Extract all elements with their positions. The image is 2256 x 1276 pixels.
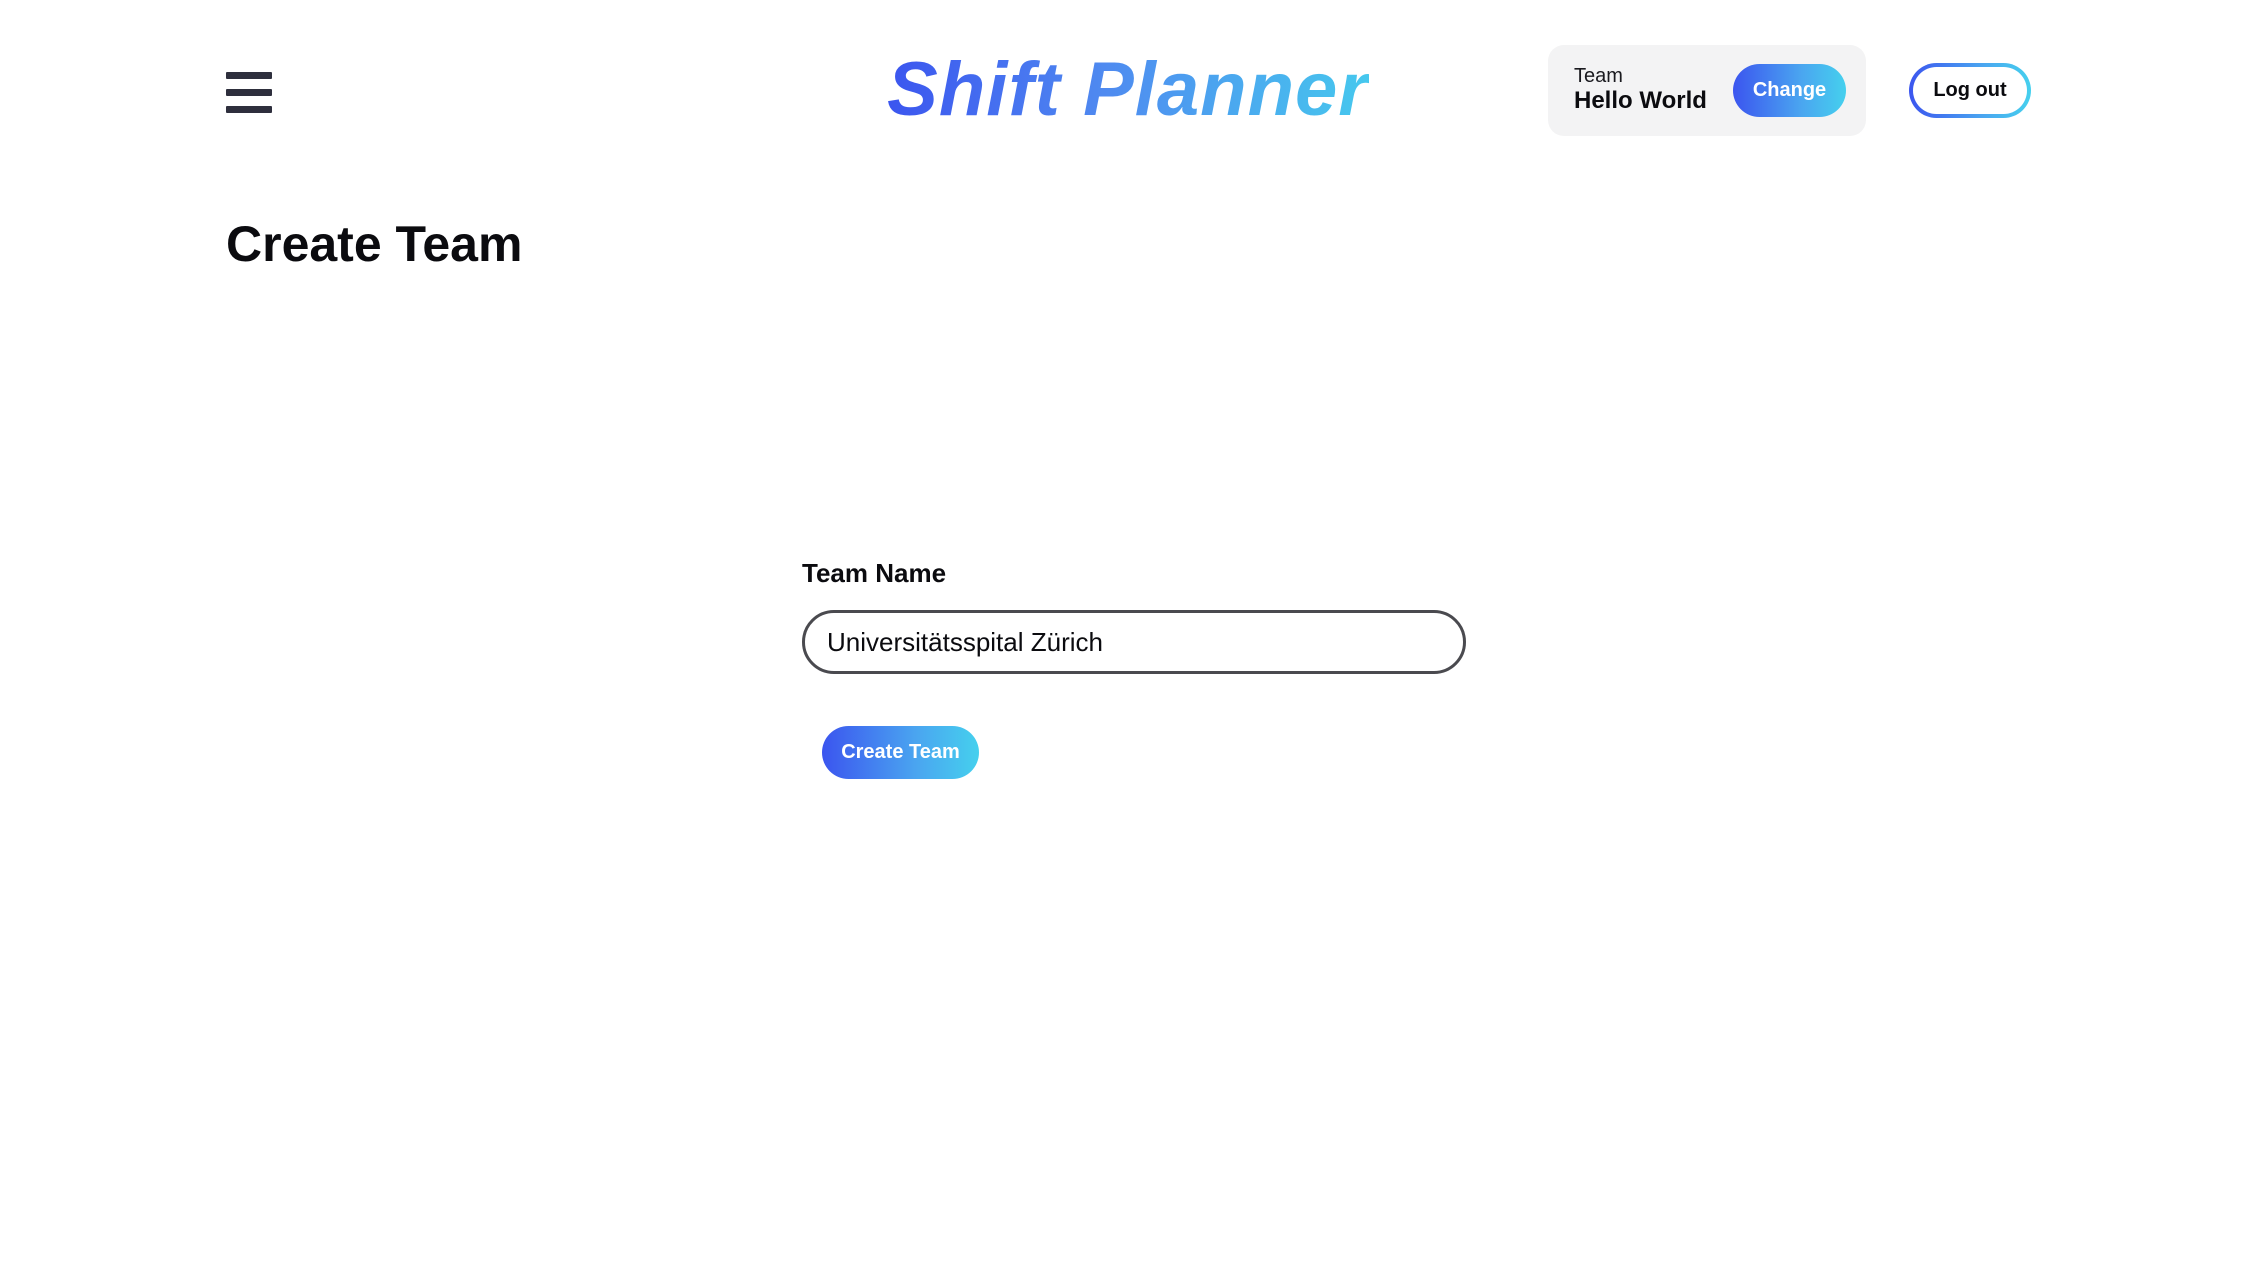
page-title: Create Team: [226, 216, 523, 272]
team-label: Team: [1574, 65, 1623, 87]
team-name-label: Team Name: [802, 558, 947, 588]
current-team-card: Team Hello World Change: [1548, 45, 1866, 136]
menu-bar-middle: [226, 89, 272, 96]
hamburger-menu-icon[interactable]: [226, 72, 272, 114]
brand-logo[interactable]: Shift Planner: [887, 40, 1369, 140]
menu-bar-top: [226, 72, 272, 79]
logout-button-border[interactable]: Log out: [1909, 63, 2031, 118]
page: Shift Planner Team Hello World Change Lo…: [0, 0, 2256, 1276]
change-team-button[interactable]: Change: [1733, 64, 1846, 117]
create-team-button[interactable]: Create Team: [822, 726, 979, 779]
team-name-input[interactable]: [802, 610, 1466, 674]
create-team-form: Team Name Create Team: [802, 556, 1466, 779]
logout-button[interactable]: Log out: [1913, 67, 2027, 114]
team-name: Hello World: [1574, 87, 1707, 114]
menu-bar-bottom: [226, 106, 272, 113]
